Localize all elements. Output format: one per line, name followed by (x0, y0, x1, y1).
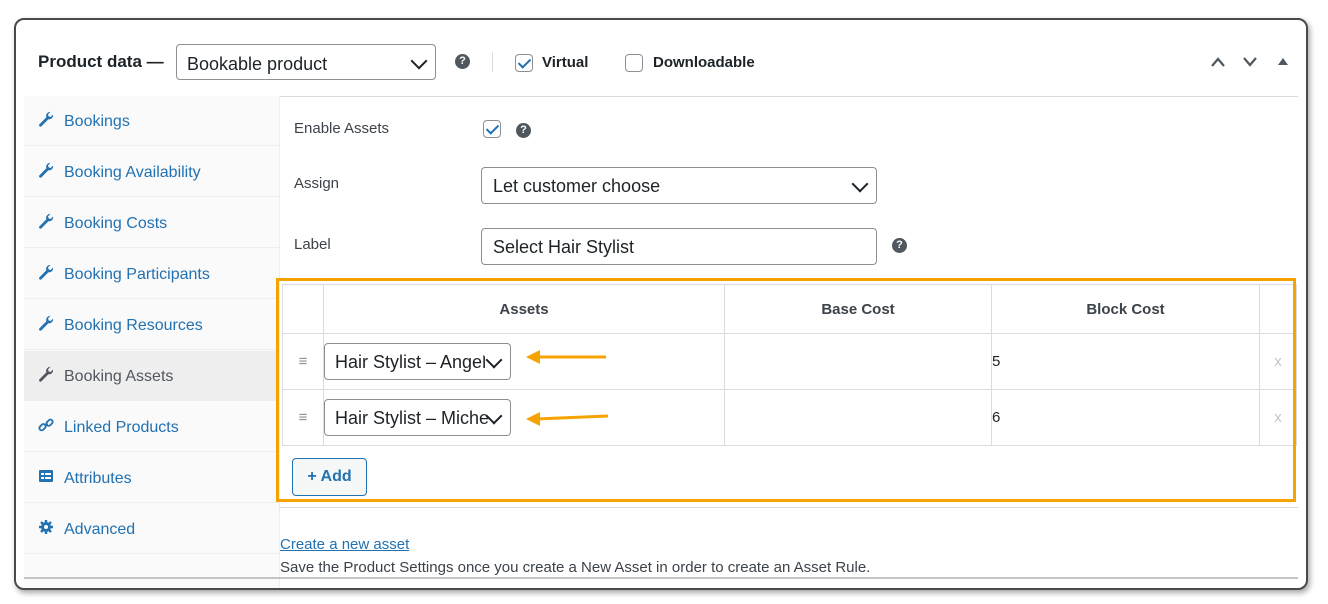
sidebar-item-bookings[interactable]: Bookings (24, 96, 279, 146)
annotation-arrow-icon (526, 350, 606, 364)
sidebar-item-attributes[interactable]: Attributes (24, 453, 279, 503)
sidebar-item-label: Booking Assets (64, 368, 174, 385)
sidebar-item-label: Booking Availability (64, 164, 201, 181)
sidebar-item-label: Booking Costs (64, 215, 168, 232)
divider (24, 577, 1298, 579)
assign-select[interactable]: Let customer choose (481, 167, 877, 204)
wrench-icon (39, 366, 54, 382)
wrench-icon (39, 264, 54, 280)
product-data-header: Product data — Bookable product ? Virtua… (24, 20, 1298, 97)
list-icon (39, 470, 53, 482)
product-type-value: Bookable product (187, 54, 328, 74)
create-asset-link[interactable]: Create a new asset (280, 536, 409, 553)
downloadable-checkbox[interactable] (625, 54, 643, 72)
chevron-down-icon (851, 175, 869, 193)
sidebar-item-booking-resources[interactable]: Booking Resources (24, 300, 279, 350)
assign-label: Assign (294, 175, 340, 192)
downloadable-label: Downloadable (653, 54, 755, 71)
assign-value: Let customer choose (493, 176, 661, 196)
product-data-tabs: Bookings Booking Availability Booking Co… (24, 96, 280, 588)
gear-icon (39, 520, 53, 534)
enable-assets-label: Enable Assets (294, 120, 390, 137)
help-icon[interactable]: ? (892, 238, 907, 253)
virtual-label: Virtual (542, 54, 589, 71)
wrench-icon (39, 162, 54, 178)
highlight-box (276, 278, 1296, 502)
label-input[interactable]: Select Hair Stylist (481, 228, 877, 265)
chevron-down-icon (410, 52, 428, 70)
divider (492, 52, 493, 72)
help-icon[interactable]: ? (455, 54, 470, 69)
product-data-panel: Product data — Bookable product ? Virtua… (24, 20, 1298, 588)
divider (279, 507, 1298, 508)
sidebar-item-label: Linked Products (64, 419, 179, 436)
wrench-icon (39, 213, 54, 229)
virtual-checkbox[interactable] (515, 54, 533, 72)
sidebar-item-label: Bookings (64, 113, 130, 130)
move-down-icon[interactable] (1242, 56, 1258, 68)
wrench-icon (39, 111, 54, 127)
save-settings-note: Save the Product Settings once you creat… (280, 559, 871, 576)
sidebar-item-label: Booking Participants (64, 266, 210, 283)
sidebar-item-linked-products[interactable]: Linked Products (24, 402, 279, 452)
sidebar-item-label: Booking Resources (64, 317, 203, 334)
sidebar-item-advanced[interactable]: Advanced (24, 504, 279, 554)
label-label: Label (294, 236, 331, 253)
window-frame: Product data — Bookable product ? Virtua… (14, 18, 1308, 590)
link-icon (38, 418, 54, 432)
product-type-select[interactable]: Bookable product (176, 44, 436, 80)
sidebar-item-booking-costs[interactable]: Booking Costs (24, 198, 279, 248)
sidebar-item-booking-assets[interactable]: Booking Assets (24, 351, 279, 401)
help-icon[interactable]: ? (516, 123, 531, 138)
sidebar-item-label: Attributes (64, 470, 132, 487)
sidebar-item-booking-availability[interactable]: Booking Availability (24, 147, 279, 197)
collapse-toggle-icon[interactable] (1278, 57, 1288, 65)
wrench-icon (39, 315, 54, 331)
annotation-arrow-icon (526, 412, 609, 426)
sidebar-item-label: Advanced (64, 521, 136, 538)
enable-assets-checkbox[interactable] (483, 120, 501, 138)
label-input-value: Select Hair Stylist (493, 237, 635, 257)
panel-title: Product data — (38, 52, 164, 71)
move-up-icon[interactable] (1210, 56, 1226, 68)
sidebar-item-booking-participants[interactable]: Booking Participants (24, 249, 279, 299)
